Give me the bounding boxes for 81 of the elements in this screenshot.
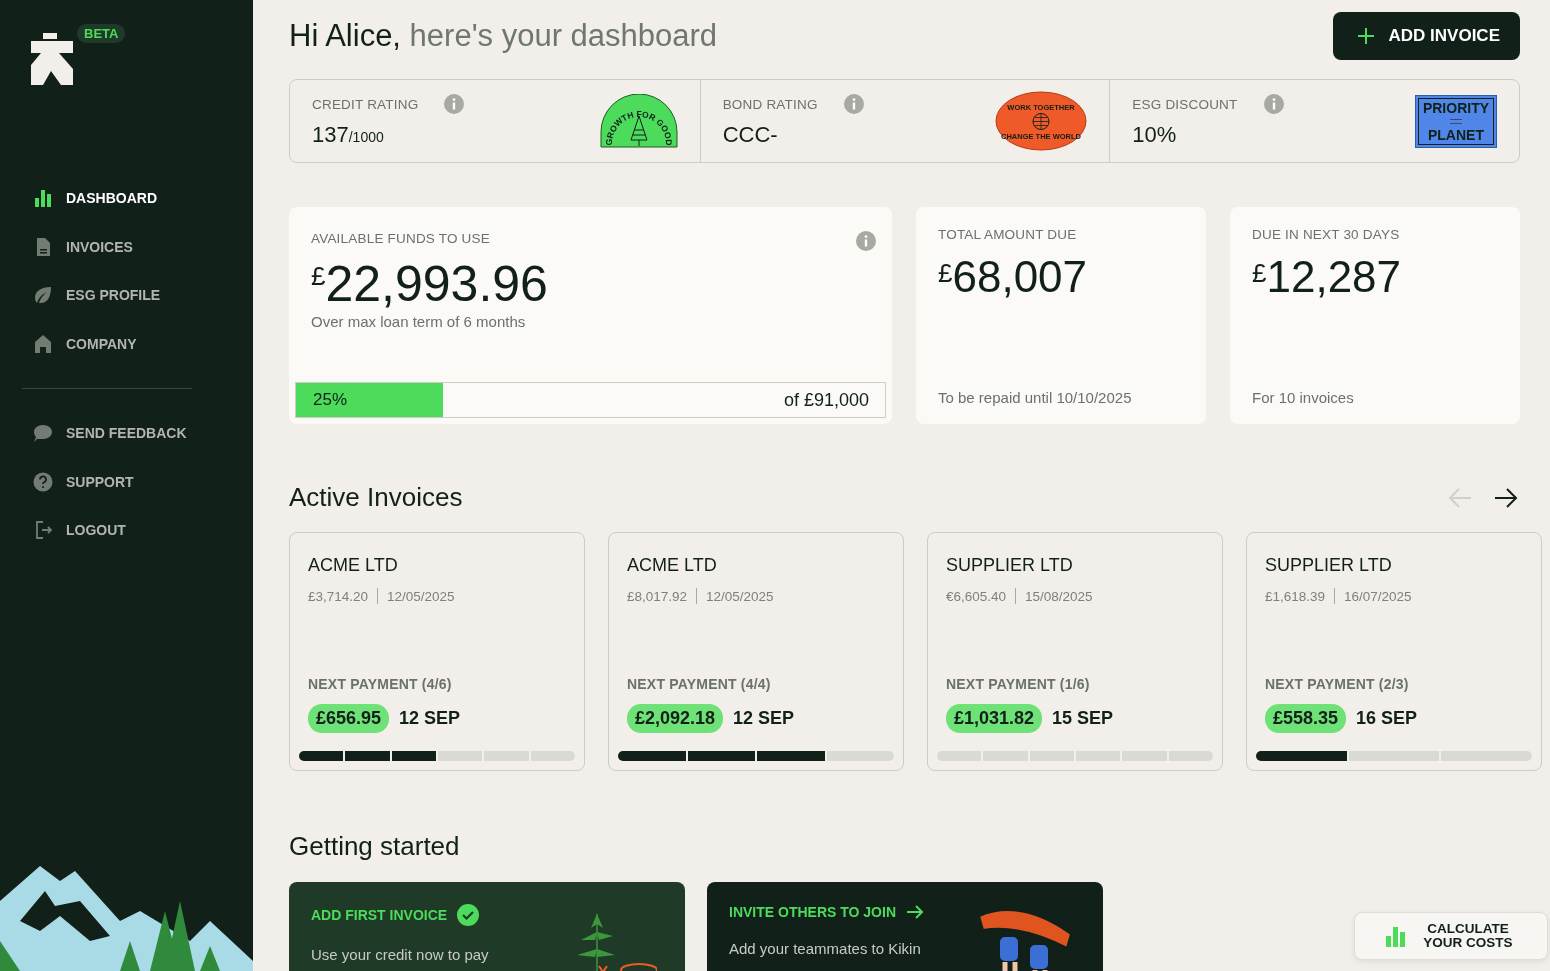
invoice-card[interactable]: SUPPLIER LTD €6,605.40 15/08/2025 NEXT PAYMENT (1/6) £1,031.82 15 SEP [927, 532, 1223, 771]
rating-label: BOND RATING [722, 96, 818, 112]
stat-note: For 10 invoices [1252, 389, 1355, 406]
next-payment-label: NEXT PAYMENT (2/3) [1265, 676, 1410, 692]
stat-label: TOTAL AMOUNT DUE [938, 227, 1078, 242]
arrow-right-icon [906, 904, 924, 920]
plus-icon [1356, 27, 1375, 45]
nav-item[interactable]: SUPPORT [33, 457, 253, 506]
rating-value: 10% [1132, 122, 1178, 148]
payment-amount: £558.35 [1265, 704, 1347, 733]
beta-badge: BETA [77, 24, 126, 43]
rating-value: 137/1000 [312, 122, 385, 148]
company-name: SUPPLIER LTD [1265, 555, 1393, 576]
help-icon [33, 471, 53, 492]
onboarding-card[interactable]: ADD FIRST INVOICE Use your credit now to pay [289, 882, 685, 971]
check-icon [457, 904, 480, 926]
next-arrow-icon[interactable] [1494, 487, 1518, 508]
logout-icon [33, 520, 53, 541]
onboarding-text: Add your teammates to Kikin [729, 940, 922, 957]
onboarding-title: ADD FIRST INVOICE [311, 907, 448, 923]
bar-chart-icon [33, 188, 53, 209]
page-title: Hi Alice, here's your dashboard [289, 18, 718, 54]
info-icon[interactable] [1263, 94, 1284, 114]
calculate-costs-button[interactable]: CALCULATE YOUR COSTS [1354, 912, 1548, 960]
payment-amount: £2,092.18 [627, 704, 724, 733]
stat-note: Over max loan term of 6 months [311, 313, 527, 330]
bar-chart-icon [1386, 925, 1406, 947]
info-icon[interactable] [444, 94, 465, 114]
nav-item[interactable]: LOGOUT [33, 506, 253, 555]
stat-amount: $^{£}$12,287 [1252, 252, 1403, 302]
stat-label: DUE IN NEXT 30 DAYS [1252, 227, 1401, 242]
payment-date: 15 SEP [1052, 708, 1114, 729]
invoice-date: 15/08/2025 [1025, 588, 1093, 604]
rating-label: CREDIT RATING [312, 96, 419, 112]
onboarding-text: Use your credit now to pay [311, 946, 490, 963]
next-payment-label: NEXT PAYMENT (4/6) [308, 676, 453, 692]
planet-sticker: PRIORITY PLANET [1415, 94, 1497, 148]
payment-date: 12 SEP [399, 708, 461, 729]
stat-amount: $^{£}$22,993.96 [311, 255, 549, 313]
rating-label: ESG DISCOUNT [1132, 96, 1238, 112]
stat-amount: $^{£}$68,007 [938, 252, 1089, 302]
invoice-date: 16/07/2025 [1344, 588, 1412, 604]
invoice-amount: £1,618.39 [1265, 588, 1326, 604]
invoice-amount: £3,714.20 [308, 588, 369, 604]
nav-item[interactable]: ESG PROFILE [33, 271, 253, 320]
nav-item[interactable]: SEND FEEDBACK [33, 409, 253, 458]
onboarding-title: INVITE OTHERS TO JOIN [729, 904, 896, 920]
nav-item[interactable]: INVOICES [33, 222, 253, 271]
invoice-date: 12/05/2025 [387, 588, 455, 604]
section-title: Active Invoices [289, 482, 463, 513]
stat-note: To be repaid until 10/10/2025 [938, 389, 1133, 406]
payment-amount: £1,031.82 [946, 704, 1043, 733]
company-name: ACME LTD [308, 555, 399, 576]
invoice-card[interactable]: ACME LTD £8,017.92 12/05/2025 NEXT PAYMENT (4/4) £2,092.18 12 SEP [608, 532, 904, 771]
invoice-card[interactable]: ACME LTD £3,714.20 12/05/2025 NEXT PAYMENT (4/6) £656.95 12 SEP [289, 532, 585, 771]
chat-bubble-icon [33, 423, 53, 444]
progress-total: of £91,000 [783, 389, 870, 411]
company-name: SUPPLIER LTD [946, 555, 1074, 576]
add-invoice-button[interactable]: ADD INVOICE [1332, 12, 1520, 60]
progress-percent: 25% [312, 390, 348, 410]
invoice-card[interactable]: SUPPLIER LTD £1,618.39 16/07/2025 NEXT PAYMENT (2/3) £558.35 16 SEP [1246, 532, 1542, 771]
onboarding-card[interactable]: INVITE OTHERS TO JOIN Add your teammates to Kikin [707, 882, 1103, 971]
leaf-icon [33, 285, 53, 306]
stat-label: AVAILABLE FUNDS TO USE [311, 231, 490, 248]
nav-item[interactable]: COMPANY [33, 319, 253, 368]
invoice-amount: £8,017.92 [627, 588, 688, 604]
invoice-amount: €6,605.40 [946, 588, 1007, 604]
payment-date: 12 SEP [733, 708, 795, 729]
logo-icon[interactable] [31, 33, 73, 85]
section-title: Getting started [289, 831, 461, 862]
house-icon [33, 333, 53, 354]
info-icon[interactable] [843, 94, 864, 114]
rating-value: CCC- [722, 122, 779, 148]
next-payment-label: NEXT PAYMENT (1/6) [946, 676, 1091, 692]
nav-item[interactable]: DASHBOARD [33, 174, 253, 223]
info-icon[interactable] [856, 231, 876, 251]
payment-date: 16 SEP [1356, 708, 1418, 729]
payment-amount: £656.95 [308, 704, 390, 733]
company-name: ACME LTD [627, 555, 718, 576]
next-payment-label: NEXT PAYMENT (4/4) [627, 676, 772, 692]
invoice-date: 12/05/2025 [706, 588, 774, 604]
